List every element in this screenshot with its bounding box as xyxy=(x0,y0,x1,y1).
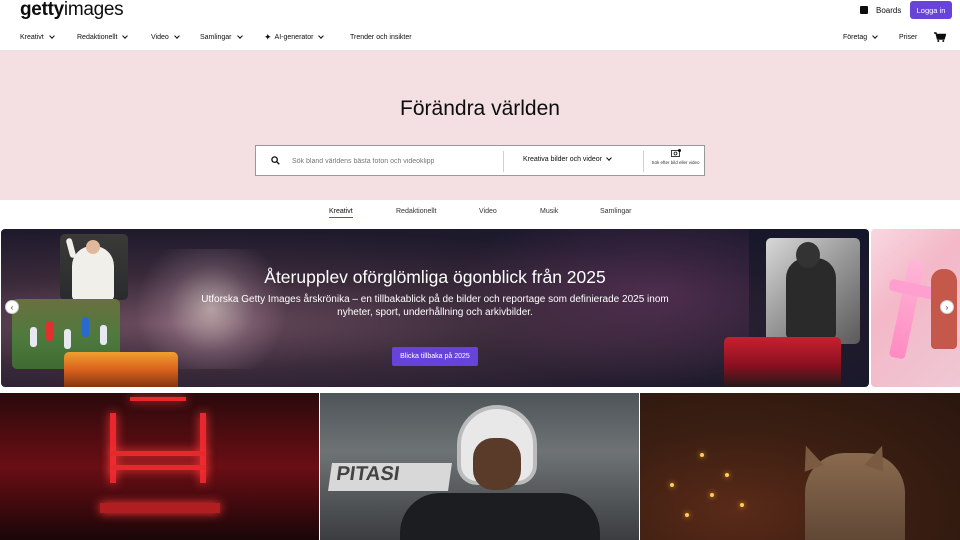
image-search-icon xyxy=(670,149,681,157)
chevron-down-icon xyxy=(173,33,180,39)
getty-images-logo[interactable]: gettyimages xyxy=(20,0,124,20)
nav-label: Kreativt xyxy=(20,34,44,41)
nav-label: Redaktionellt xyxy=(77,34,118,41)
chevron-down-icon xyxy=(872,33,878,39)
image-tile[interactable] xyxy=(0,393,319,540)
search-input[interactable] xyxy=(292,154,497,168)
carousel-prev-button[interactable]: ‹ xyxy=(5,300,19,314)
nav-item-trender[interactable]: Trender och insikter xyxy=(350,34,412,41)
top-bar: gettyimages Boards Logga in xyxy=(0,0,960,26)
tab-samlingar[interactable]: Samlingar xyxy=(600,208,632,215)
boards-icon xyxy=(860,5,872,18)
promo-banner[interactable]: Återupplev oförglömliga ögonblick från 2… xyxy=(1,229,869,387)
nav-label: Video xyxy=(151,34,169,41)
search-icon[interactable] xyxy=(271,156,280,165)
logo-light: images xyxy=(63,0,124,20)
chevron-down-icon xyxy=(236,33,243,39)
search-divider xyxy=(643,151,644,172)
search-type-label: Kreativa bilder och videor xyxy=(523,156,602,163)
chevron-right-icon: › xyxy=(945,302,949,312)
look-back-button[interactable]: Blicka tillbaka på 2025 xyxy=(392,347,478,366)
content-tabs: Kreativt Redaktionellt Video Musik Samli… xyxy=(0,208,960,222)
nav-item-redaktionellt[interactable]: Redaktionellt xyxy=(77,33,129,41)
chevron-down-icon xyxy=(318,33,325,39)
search-bar: Kreativa bilder och videor Sök efter bil… xyxy=(255,145,705,176)
carousel-next-button[interactable]: › xyxy=(940,300,954,314)
tab-kreativt[interactable]: Kreativt xyxy=(329,208,353,218)
nav-label: Företag xyxy=(843,34,868,41)
hero-title: Förändra världen xyxy=(400,97,560,120)
image-tile[interactable]: PITASI xyxy=(320,393,639,540)
image-search-button[interactable]: Sök efter bild eller video xyxy=(648,149,703,165)
chevron-down-icon xyxy=(606,155,612,161)
tab-musik[interactable]: Musik xyxy=(540,208,558,215)
main-nav: Kreativt Redaktionellt Video Samlingar ✦… xyxy=(0,26,960,51)
awards-photo xyxy=(724,337,841,387)
nav-label: Trender och insikter xyxy=(350,34,412,41)
nav-item-ai-generator[interactable]: ✦ AI-generator xyxy=(264,32,325,42)
nav-item-samlingar[interactable]: Samlingar xyxy=(200,33,243,41)
login-button[interactable]: Logga in xyxy=(910,1,952,19)
chevron-left-icon: ‹ xyxy=(10,302,14,312)
tab-redaktionellt[interactable]: Redaktionellt xyxy=(396,208,436,215)
boxer-photo xyxy=(766,238,860,344)
nav-label: AI-generator xyxy=(274,34,314,41)
cart-icon[interactable] xyxy=(934,32,946,42)
image-tile[interactable] xyxy=(640,393,960,540)
wildfire-photo xyxy=(64,352,178,387)
chevron-down-icon xyxy=(48,33,55,39)
image-search-label: Sök efter bild eller video xyxy=(651,160,700,165)
nav-item-video[interactable]: Video xyxy=(151,33,180,41)
nav-item-priser[interactable]: Priser xyxy=(899,34,917,41)
search-divider xyxy=(503,151,504,172)
boards-button[interactable]: Boards xyxy=(860,5,902,18)
banner-title: Återupplev oförglömliga ögonblick från 2… xyxy=(264,267,606,287)
nav-label: Samlingar xyxy=(200,34,232,41)
logo-bold: getty xyxy=(20,0,64,20)
nav-label: Priser xyxy=(899,34,918,41)
tab-video[interactable]: Video xyxy=(479,208,497,215)
nav-item-foretag[interactable]: Företag xyxy=(843,33,878,41)
banner-subtitle: Utforska Getty Images årskrönika – en ti… xyxy=(201,294,669,318)
search-type-dropdown[interactable]: Kreativa bilder och videor xyxy=(523,155,612,163)
hero-section: Förändra världen Kreativa bilder och vid… xyxy=(0,51,960,200)
boards-label: Boards xyxy=(876,5,902,15)
chevron-down-icon xyxy=(122,33,129,39)
nav-item-kreativt[interactable]: Kreativt xyxy=(20,33,55,41)
sparkle-icon: ✦ xyxy=(264,32,272,42)
